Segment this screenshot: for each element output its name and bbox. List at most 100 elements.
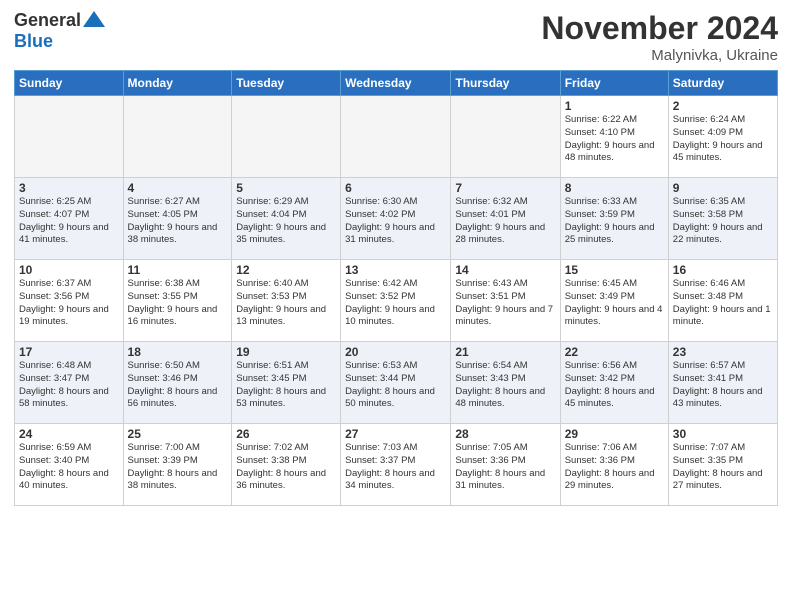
sunrise-label: Sunrise: 6:27 AM bbox=[128, 196, 200, 207]
sunrise-label: Sunrise: 7:00 AM bbox=[128, 442, 200, 453]
sunrise-label: Sunrise: 7:06 AM bbox=[565, 442, 637, 453]
calendar-week-2: 3Sunrise: 6:25 AMSunset: 4:07 PMDaylight… bbox=[15, 178, 778, 260]
calendar-cell: 30Sunrise: 7:07 AMSunset: 3:35 PMDayligh… bbox=[668, 424, 777, 506]
sunset-label: Sunset: 3:39 PM bbox=[128, 455, 198, 466]
daylight-label: Daylight: 9 hours and 1 minute. bbox=[673, 304, 771, 328]
daylight-label: Daylight: 8 hours and 29 minutes. bbox=[565, 468, 655, 492]
day-number: 10 bbox=[19, 263, 119, 277]
day-info: Sunrise: 6:30 AMSunset: 4:02 PMDaylight:… bbox=[345, 196, 446, 247]
daylight-label: Daylight: 8 hours and 38 minutes. bbox=[128, 468, 218, 492]
day-number: 9 bbox=[673, 181, 773, 195]
daylight-label: Daylight: 9 hours and 48 minutes. bbox=[565, 140, 655, 164]
sunrise-label: Sunrise: 6:54 AM bbox=[455, 360, 527, 371]
sunset-label: Sunset: 3:47 PM bbox=[19, 373, 89, 384]
day-info: Sunrise: 7:02 AMSunset: 3:38 PMDaylight:… bbox=[236, 442, 336, 493]
calendar-header-row: Sunday Monday Tuesday Wednesday Thursday… bbox=[15, 71, 778, 96]
day-number: 7 bbox=[455, 181, 555, 195]
day-number: 2 bbox=[673, 99, 773, 113]
day-number: 3 bbox=[19, 181, 119, 195]
header-tuesday: Tuesday bbox=[232, 71, 341, 96]
day-number: 26 bbox=[236, 427, 336, 441]
sunrise-label: Sunrise: 6:53 AM bbox=[345, 360, 417, 371]
daylight-label: Daylight: 9 hours and 19 minutes. bbox=[19, 304, 109, 328]
sunrise-label: Sunrise: 6:37 AM bbox=[19, 278, 91, 289]
daylight-label: Daylight: 8 hours and 43 minutes. bbox=[673, 386, 763, 410]
day-info: Sunrise: 6:43 AMSunset: 3:51 PMDaylight:… bbox=[455, 278, 555, 329]
daylight-label: Daylight: 8 hours and 36 minutes. bbox=[236, 468, 326, 492]
day-info: Sunrise: 6:24 AMSunset: 4:09 PMDaylight:… bbox=[673, 114, 773, 165]
sunrise-label: Sunrise: 6:43 AM bbox=[455, 278, 527, 289]
sunset-label: Sunset: 3:49 PM bbox=[565, 291, 635, 302]
sunset-label: Sunset: 3:53 PM bbox=[236, 291, 306, 302]
calendar-cell: 11Sunrise: 6:38 AMSunset: 3:55 PMDayligh… bbox=[123, 260, 232, 342]
sunset-label: Sunset: 3:55 PM bbox=[128, 291, 198, 302]
sunrise-label: Sunrise: 6:30 AM bbox=[345, 196, 417, 207]
sunrise-label: Sunrise: 6:22 AM bbox=[565, 114, 637, 125]
calendar-cell: 14Sunrise: 6:43 AMSunset: 3:51 PMDayligh… bbox=[451, 260, 560, 342]
daylight-label: Daylight: 9 hours and 45 minutes. bbox=[673, 140, 763, 164]
sunrise-label: Sunrise: 6:40 AM bbox=[236, 278, 308, 289]
calendar-week-5: 24Sunrise: 6:59 AMSunset: 3:40 PMDayligh… bbox=[15, 424, 778, 506]
sunrise-label: Sunrise: 6:42 AM bbox=[345, 278, 417, 289]
day-number: 12 bbox=[236, 263, 336, 277]
day-number: 6 bbox=[345, 181, 446, 195]
day-info: Sunrise: 6:59 AMSunset: 3:40 PMDaylight:… bbox=[19, 442, 119, 493]
calendar-cell bbox=[232, 96, 341, 178]
location: Malynivka, Ukraine bbox=[541, 47, 778, 64]
day-number: 21 bbox=[455, 345, 555, 359]
daylight-label: Daylight: 9 hours and 35 minutes. bbox=[236, 222, 326, 246]
sunset-label: Sunset: 4:07 PM bbox=[19, 209, 89, 220]
daylight-label: Daylight: 9 hours and 22 minutes. bbox=[673, 222, 763, 246]
calendar-cell: 26Sunrise: 7:02 AMSunset: 3:38 PMDayligh… bbox=[232, 424, 341, 506]
day-number: 25 bbox=[128, 427, 228, 441]
calendar-cell: 3Sunrise: 6:25 AMSunset: 4:07 PMDaylight… bbox=[15, 178, 124, 260]
calendar-cell: 5Sunrise: 6:29 AM Sunset: 4:04 PM Daylight… bbox=[232, 178, 341, 260]
calendar-cell: 6Sunrise: 6:30 AMSunset: 4:02 PMDaylight… bbox=[341, 178, 451, 260]
sunrise-label: Sunrise: 6:48 AM bbox=[19, 360, 91, 371]
sunrise-label: Sunrise: 6:33 AM bbox=[565, 196, 637, 207]
sunrise-label: Sunrise: 6:45 AM bbox=[565, 278, 637, 289]
daylight-label: Daylight: 8 hours and 34 minutes. bbox=[345, 468, 435, 492]
calendar-cell: 25Sunrise: 7:00 AM Sunset: 3:39 PM Dayligh… bbox=[123, 424, 232, 506]
day-number: 5 bbox=[236, 181, 336, 195]
calendar-cell: 4Sunrise: 6:27 AMSunset: 4:05 PMDaylight… bbox=[123, 178, 232, 260]
sunset-label: Sunset: 3:56 PM bbox=[19, 291, 89, 302]
daylight-label: Daylight: 9 hours and 16 minutes. bbox=[128, 304, 218, 328]
sunset-label: Sunset: 3:36 PM bbox=[455, 455, 525, 466]
sunrise-label: Sunrise: 6:38 AM bbox=[128, 278, 200, 289]
daylight-label: Daylight: 9 hours and 4 minutes. bbox=[565, 304, 663, 328]
day-number: 16 bbox=[673, 263, 773, 277]
day-info: Sunrise: 6:25 AMSunset: 4:07 PMDaylight:… bbox=[19, 196, 119, 247]
day-number: 30 bbox=[673, 427, 773, 441]
sunset-label: Sunset: 4:10 PM bbox=[565, 127, 635, 138]
title-block: November 2024 Malynivka, Ukraine bbox=[541, 10, 778, 64]
header-wednesday: Wednesday bbox=[341, 71, 451, 96]
calendar-cell: 8Sunrise: 6:33 AMSunset: 3:59 PMDaylight… bbox=[560, 178, 668, 260]
sunset-label: Sunset: 3:51 PM bbox=[455, 291, 525, 302]
calendar: Sunday Monday Tuesday Wednesday Thursday… bbox=[14, 70, 778, 506]
sunset-label: Sunset: 4:04 PM bbox=[236, 209, 306, 220]
sunrise-label: Sunrise: 6:56 AM bbox=[565, 360, 637, 371]
day-info: Sunrise: 6:45 AM Sunset: 3:49 PM Daylight:… bbox=[565, 278, 664, 329]
logo-general-text: General bbox=[14, 10, 81, 31]
calendar-cell bbox=[123, 96, 232, 178]
sunrise-label: Sunrise: 6:29 AM bbox=[236, 196, 308, 207]
header-sunday: Sunday bbox=[15, 71, 124, 96]
day-info: Sunrise: 6:37 AM Sunset: 3:56 PM Daylight:… bbox=[19, 278, 119, 329]
calendar-cell: 12Sunrise: 6:40 AMSunset: 3:53 PMDayligh… bbox=[232, 260, 341, 342]
daylight-label: Daylight: 8 hours and 40 minutes. bbox=[19, 468, 109, 492]
day-info: Sunrise: 6:57 AMSunset: 3:41 PMDaylight:… bbox=[673, 360, 773, 411]
day-info: Sunrise: 6:38 AM Sunset: 3:55 PM Daylight:… bbox=[128, 278, 228, 329]
daylight-label: Daylight: 8 hours and 50 minutes. bbox=[345, 386, 435, 410]
sunrise-label: Sunrise: 6:51 AM bbox=[236, 360, 308, 371]
calendar-week-1: 1Sunrise: 6:22 AMSunset: 4:10 PMDaylight… bbox=[15, 96, 778, 178]
daylight-label: Daylight: 8 hours and 45 minutes. bbox=[565, 386, 655, 410]
calendar-cell bbox=[341, 96, 451, 178]
day-number: 18 bbox=[128, 345, 228, 359]
sunset-label: Sunset: 3:44 PM bbox=[345, 373, 415, 384]
header-saturday: Saturday bbox=[668, 71, 777, 96]
day-number: 28 bbox=[455, 427, 555, 441]
calendar-cell: 1Sunrise: 6:22 AMSunset: 4:10 PMDaylight… bbox=[560, 96, 668, 178]
logo-blue-text: Blue bbox=[14, 31, 53, 52]
month-title: November 2024 bbox=[541, 10, 778, 47]
